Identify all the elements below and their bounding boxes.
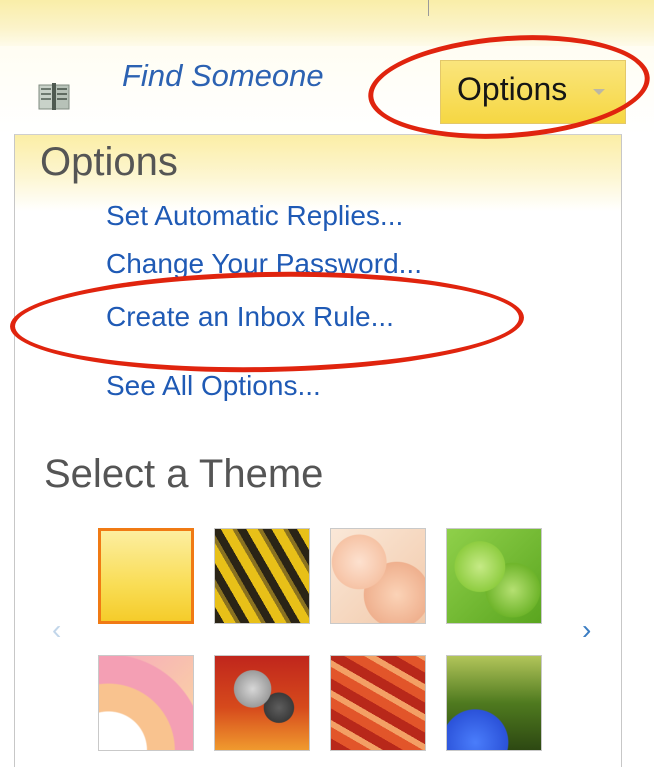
address-book-icon[interactable] [38, 82, 70, 110]
change-password-link[interactable]: Change Your Password... [106, 248, 422, 280]
theme-thumbnail-green[interactable] [446, 528, 542, 624]
options-button[interactable]: Options [440, 60, 626, 124]
theme-thumbnail-tiger[interactable] [214, 528, 310, 624]
create-inbox-rule-link[interactable]: Create an Inbox Rule... [106, 301, 394, 333]
find-someone-link[interactable]: Find Someone [122, 58, 324, 94]
toolbar-top-strip [0, 0, 654, 46]
theme-thumbnail-autumn-leaves[interactable] [330, 655, 426, 751]
select-theme-title: Select a Theme [44, 452, 324, 496]
chevron-down-icon [593, 89, 605, 95]
theme-thumbnail-creature[interactable] [446, 655, 542, 751]
theme-thumbnail-yellow[interactable] [98, 528, 194, 624]
toolbar-divider [428, 0, 429, 16]
theme-next-arrow-icon[interactable]: › [582, 616, 591, 644]
theme-thumbnail-rainbow[interactable] [98, 655, 194, 751]
theme-thumbnail-peach[interactable] [330, 528, 426, 624]
see-all-options-link[interactable]: See All Options... [106, 370, 321, 402]
options-menu-title: Options [40, 140, 178, 184]
theme-prev-arrow-icon[interactable]: ‹ [52, 616, 61, 644]
theme-thumbnail-robot[interactable] [214, 655, 310, 751]
set-automatic-replies-link[interactable]: Set Automatic Replies... [106, 200, 403, 232]
options-button-label: Options [457, 71, 568, 107]
